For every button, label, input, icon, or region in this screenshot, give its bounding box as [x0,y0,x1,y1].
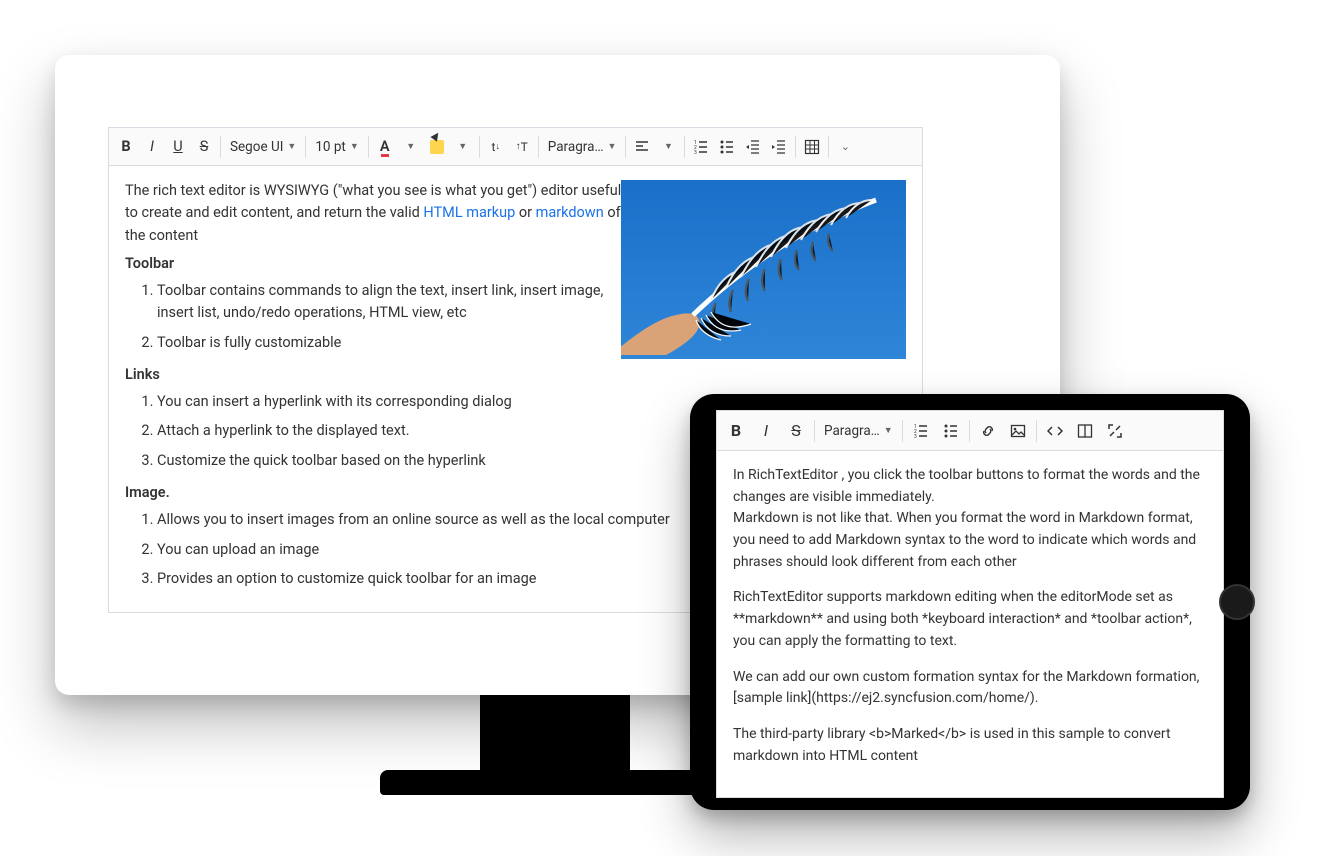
underline-button[interactable]: U [165,133,191,161]
italic-button[interactable]: I [751,417,781,445]
list-item: Toolbar contains commands to align the t… [157,276,627,328]
unordered-list-button[interactable] [936,417,966,445]
font-size-dropdown[interactable]: 10 pt ▼ [309,133,364,161]
markdown-text-p4: The third-party library <b>Marked</b> is… [733,724,1207,767]
ordered-list-button[interactable]: 123 [906,417,936,445]
unordered-list-button[interactable] [714,133,740,161]
strikethrough-button[interactable]: S [781,417,811,445]
paragraph-format-dropdown[interactable]: Paragra… ▼ [542,133,623,161]
font-family-label: Segoe UI [230,139,283,155]
paragraph-label: Paragra… [548,139,604,155]
markdown-text-p1a: In RichTextEditor , you click the toolba… [733,465,1207,508]
bold-button[interactable]: B [721,417,751,445]
markdown-text-p3: We can add our own custom formation synt… [733,667,1207,710]
font-family-dropdown[interactable]: Segoe UI ▼ [224,133,302,161]
outdent-button[interactable] [740,133,766,161]
markdown-link[interactable]: markdown [536,204,604,221]
uppercase-button[interactable]: ↑T [509,133,535,161]
toolbar-tablet: B I S Paragra… ▼ 123 [717,411,1223,451]
italic-button[interactable]: I [139,133,165,161]
background-color-dropdown[interactable]: ▼ [450,133,476,161]
html-markup-link[interactable]: HTML markup [423,204,515,221]
svg-text:3: 3 [914,434,917,439]
background-color-button[interactable] [424,133,450,161]
image-button[interactable] [1003,417,1033,445]
feather-image [621,180,906,359]
table-button[interactable] [799,133,825,161]
svg-text:3: 3 [694,150,697,155]
bold-button[interactable]: B [113,133,139,161]
expand-toolbar-button[interactable]: ⌄ [832,133,858,161]
align-dropdown[interactable]: ▼ [655,133,681,161]
heading-links: Links [125,366,906,383]
editor-content-tablet[interactable]: In RichTextEditor , you click the toolba… [717,451,1223,797]
intro-mid: or [515,204,535,221]
monitor-stand-neck [480,692,630,777]
paragraph-label: Paragra… [824,423,880,439]
markdown-text-p1b: Markdown is not like that. When you form… [733,508,1207,573]
lowercase-button[interactable]: t↓ [483,133,509,161]
code-view-button[interactable] [1040,417,1070,445]
split-view-button[interactable] [1070,417,1100,445]
ordered-list-button[interactable]: 123 [688,133,714,161]
tablet-screen: B I S Paragra… ▼ 123 In RichTextEditor ,… [716,410,1224,794]
align-button[interactable] [629,133,655,161]
tablet-frame: B I S Paragra… ▼ 123 In RichTextEditor ,… [690,394,1250,810]
font-color-dropdown[interactable]: ▼ [398,133,424,161]
strikethrough-button[interactable]: S [191,133,217,161]
rich-text-editor-tablet: B I S Paragra… ▼ 123 In RichTextEditor ,… [716,410,1224,798]
fullscreen-button[interactable] [1100,417,1130,445]
monitor-stand-base [380,770,730,795]
font-color-button[interactable]: A [372,133,398,161]
toolbar-desktop: B I U S Segoe UI ▼ 10 pt ▼ A ▼ ▼ t↓ ↑T P… [109,128,922,166]
font-size-label: 10 pt [315,139,346,155]
paragraph-format-dropdown[interactable]: Paragra… ▼ [818,417,899,445]
markdown-text-p2: RichTextEditor supports markdown editing… [733,587,1207,652]
indent-button[interactable] [766,133,792,161]
link-button[interactable] [973,417,1003,445]
tablet-home-button[interactable] [1219,584,1255,620]
